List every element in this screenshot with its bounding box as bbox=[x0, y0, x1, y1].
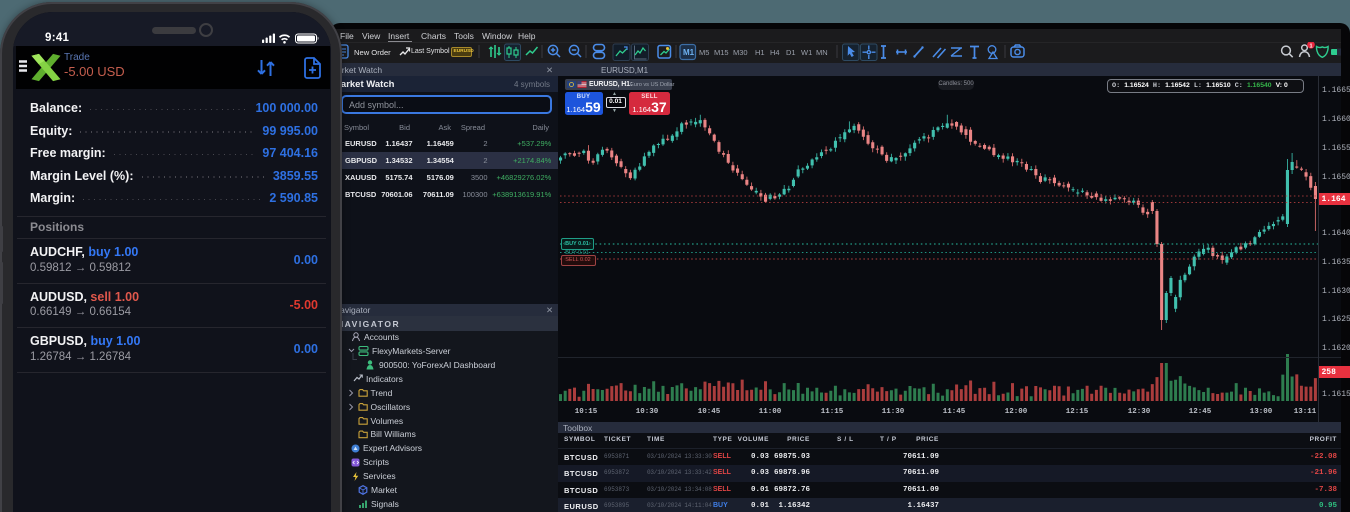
svg-text:1: 1 bbox=[1309, 43, 1312, 49]
